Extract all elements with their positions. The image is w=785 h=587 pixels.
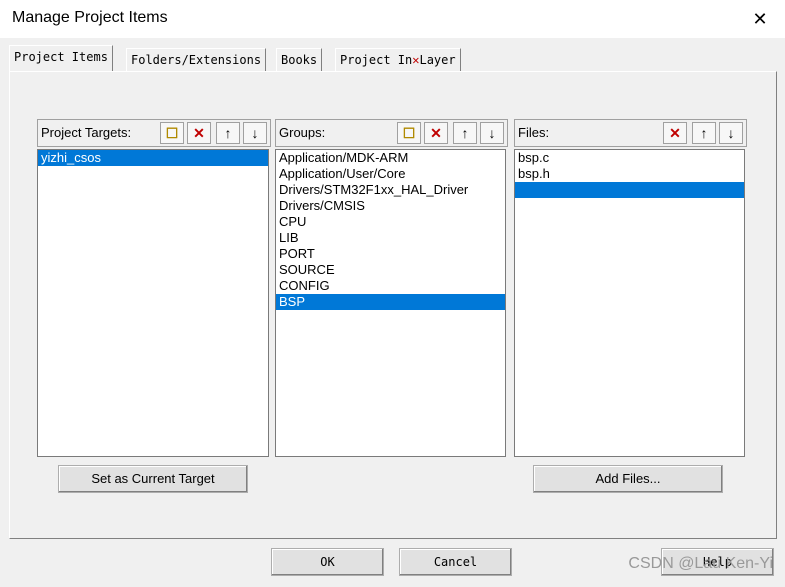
move-down-icon[interactable]: ↓: [480, 122, 504, 144]
cancel-button[interactable]: Cancel: [399, 548, 512, 576]
files-list[interactable]: bsp.c bsp.h: [514, 149, 745, 457]
groups-list[interactable]: Application/MDK-ARM Application/User/Cor…: [275, 149, 506, 457]
new-group-icon[interactable]: ☐: [397, 122, 421, 144]
move-up-icon[interactable]: ↑: [453, 122, 477, 144]
list-item[interactable]: Drivers/CMSIS: [276, 198, 505, 214]
close-icon[interactable]: ✕: [745, 6, 775, 32]
move-down-icon[interactable]: ↓: [719, 122, 743, 144]
project-targets-title: Project Targets:: [41, 125, 132, 140]
list-item-empty-selected[interactable]: [515, 182, 744, 198]
set-as-current-target-button[interactable]: Set as Current Target: [58, 465, 248, 493]
delete-group-icon[interactable]: ✕: [424, 122, 448, 144]
list-item[interactable]: Application/MDK-ARM: [276, 150, 505, 166]
list-item[interactable]: bsp.h: [515, 166, 744, 182]
list-item[interactable]: Drivers/STM32F1xx_HAL_Driver: [276, 182, 505, 198]
tab-project-info-label: Project In: [340, 53, 413, 67]
window-title: Manage Project Items: [12, 9, 168, 26]
tab-project-info[interactable]: Project In✕Layer: [335, 48, 461, 71]
list-item[interactable]: SOURCE: [276, 262, 505, 278]
list-item[interactable]: PORT: [276, 246, 505, 262]
add-files-button[interactable]: Add Files...: [533, 465, 723, 493]
move-up-icon[interactable]: ↑: [216, 122, 240, 144]
files-header: Files: ✕ ↑ ↓: [514, 119, 747, 147]
delete-target-icon[interactable]: ✕: [187, 122, 211, 144]
new-target-icon[interactable]: ☐: [160, 122, 184, 144]
list-item[interactable]: BSP: [276, 294, 505, 310]
groups-title: Groups:: [279, 125, 326, 140]
title-bar: Manage Project Items ✕: [0, 0, 785, 38]
files-title: Files:: [518, 125, 550, 140]
list-item[interactable]: bsp.c: [515, 150, 744, 166]
tab-folders-extensions[interactable]: Folders/Extensions: [126, 48, 267, 71]
list-item[interactable]: yizhi_csos: [38, 150, 268, 166]
list-item[interactable]: CONFIG: [276, 278, 505, 294]
list-item[interactable]: LIB: [276, 230, 505, 246]
tab-project-items[interactable]: Project Items: [9, 45, 113, 71]
tab-books[interactable]: Books: [276, 48, 323, 71]
list-item[interactable]: CPU: [276, 214, 505, 230]
list-item[interactable]: Application/User/Core: [276, 166, 505, 182]
delete-file-icon[interactable]: ✕: [663, 122, 687, 144]
project-targets-header: Project Targets: ☐ ✕ ↑ ↓: [37, 119, 271, 147]
targets-list[interactable]: yizhi_csos: [37, 149, 269, 457]
watermark: CSDN @Lau Ken-Yi: [628, 555, 773, 572]
move-down-icon[interactable]: ↓: [243, 122, 267, 144]
tab-layer-label: Layer: [419, 53, 456, 67]
move-up-icon[interactable]: ↑: [692, 122, 716, 144]
ok-button[interactable]: OK: [271, 548, 384, 576]
groups-header: Groups: ☐ ✕ ↑ ↓: [275, 119, 508, 147]
